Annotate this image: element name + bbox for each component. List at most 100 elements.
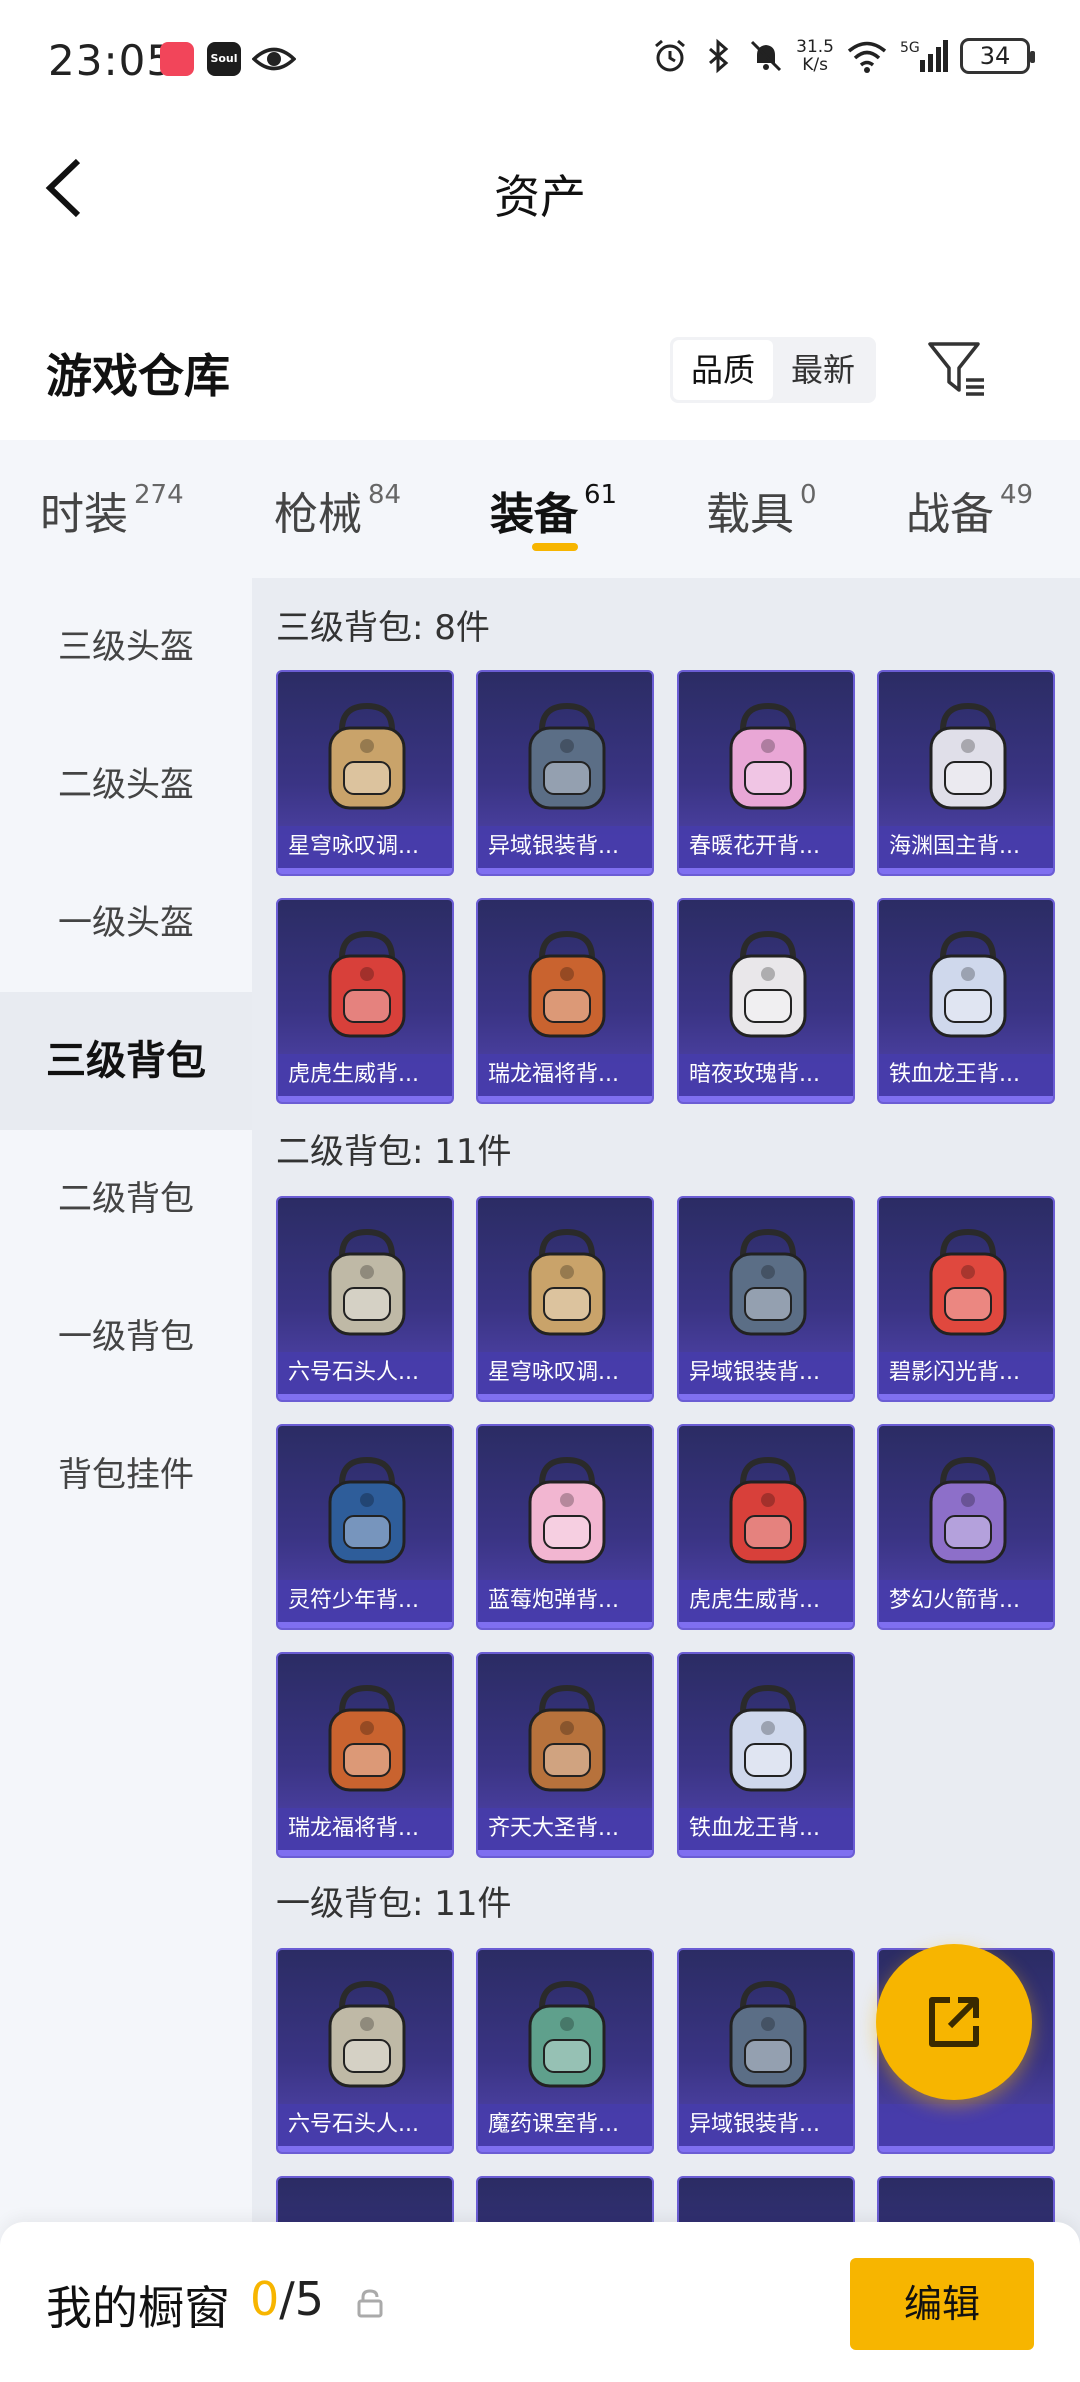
item-card[interactable]: 海渊国主背...	[877, 670, 1055, 876]
rarity-bar	[679, 1622, 853, 1628]
sidebar-item-helmet-lv3[interactable]: 三级头盔	[0, 578, 252, 716]
item-card[interactable]: 异域银装背...	[476, 670, 654, 876]
backpack-icon	[328, 1228, 406, 1336]
item-card[interactable]: 六号石头人...	[276, 1948, 454, 2154]
backpack-icon	[929, 1228, 1007, 1336]
item-name: 六号石头人...	[278, 2104, 452, 2146]
eye-icon	[252, 47, 296, 71]
item-card[interactable]: 梦幻火箭背...	[877, 1424, 1055, 1630]
backpack-icon	[929, 930, 1007, 1038]
item-card[interactable]: 蓝莓炮弹背...	[476, 1424, 654, 1630]
tab-guns[interactable]: 枪械 84	[274, 478, 401, 542]
sort-latest-option[interactable]: 最新	[773, 340, 873, 400]
item-name: 碧影闪光背...	[879, 1352, 1053, 1394]
item-card[interactable]: 虎虎生威背...	[276, 898, 454, 1104]
category-tabs: 时装 274 枪械 84 装备 61 载具 0 战备 49	[0, 440, 1080, 578]
item-card[interactable]: 铁血龙王背...	[877, 898, 1055, 1104]
sidebar-item-helmet-lv2[interactable]: 二级头盔	[0, 716, 252, 854]
item-card[interactable]: 魔药课室背...	[476, 1948, 654, 2154]
backpack-icon	[929, 1456, 1007, 1564]
item-name: 春暖花开背...	[679, 826, 853, 868]
rarity-bar	[478, 1622, 652, 1628]
item-card[interactable]: 灵符少年背...	[276, 1424, 454, 1630]
item-card[interactable]: 星穹咏叹调...	[276, 670, 454, 876]
tab-war-supplies[interactable]: 战备 49	[906, 478, 1033, 542]
filter-icon[interactable]	[926, 338, 988, 400]
tab-equipment[interactable]: 装备 61	[490, 478, 617, 542]
soul-app-icon: Soul	[207, 42, 241, 76]
rarity-bar	[478, 1096, 652, 1102]
item-card[interactable]: 瑞龙福将背...	[276, 1652, 454, 1858]
rarity-bar	[278, 1096, 452, 1102]
rarity-bar	[478, 1394, 652, 1400]
item-name: 铁血龙王背...	[679, 1808, 853, 1850]
edit-button[interactable]: 编辑	[850, 2258, 1034, 2350]
alarm-icon	[655, 39, 686, 72]
backpack-icon	[328, 1456, 406, 1564]
item-card[interactable]: 春暖花开背...	[677, 670, 855, 876]
rarity-bar	[879, 1622, 1053, 1628]
item-name	[879, 2104, 1053, 2146]
mute-icon	[751, 40, 782, 72]
sidebar-item-backpack-lv3[interactable]: 三级背包	[0, 992, 252, 1130]
warehouse-title: 游戏仓库	[46, 349, 230, 403]
rarity-bar	[478, 2146, 652, 2152]
shopping-app-icon	[160, 42, 194, 76]
sidebar-item-backpack-lv1[interactable]: 一级背包	[0, 1268, 252, 1406]
share-fab-button[interactable]	[876, 1944, 1032, 2100]
rarity-bar	[879, 1394, 1053, 1400]
tab-count: 0	[800, 480, 817, 510]
item-card[interactable]: 齐天大圣背...	[476, 1652, 654, 1858]
status-bar: 23:05 Soul 31.5 K/s 5G 34	[0, 0, 1080, 125]
battery-indicator: 34	[960, 38, 1035, 74]
sidebar-item-helmet-lv1[interactable]: 一级头盔	[0, 854, 252, 992]
section-title: 三级背包: 8件	[276, 608, 490, 648]
tab-label: 枪械	[274, 489, 362, 540]
sidebar-item-backpack-charm[interactable]: 背包挂件	[0, 1406, 252, 1544]
item-name: 异域银装背...	[478, 826, 652, 868]
backpack-icon	[528, 1456, 606, 1564]
tab-count: 274	[134, 480, 184, 510]
rarity-bar	[679, 1096, 853, 1102]
backpack-icon	[528, 702, 606, 810]
backpack-icon	[729, 702, 807, 810]
item-name: 蓝莓炮弹背...	[478, 1580, 652, 1622]
item-card[interactable]: 异域银装背...	[677, 1196, 855, 1402]
status-right: 31.5 K/s 5G 34	[652, 38, 1035, 74]
item-card[interactable]: 瑞龙福将背...	[476, 898, 654, 1104]
item-card[interactable]: 异域银装背...	[677, 1948, 855, 2154]
signal-5g-icon: 5G	[900, 40, 948, 72]
backpack-icon	[729, 930, 807, 1038]
backpack-icon	[328, 1980, 406, 2088]
item-name: 虎虎生威背...	[679, 1580, 853, 1622]
tab-count: 84	[368, 480, 402, 510]
item-card[interactable]: 铁血龙王背...	[677, 1652, 855, 1858]
item-name: 齐天大圣背...	[478, 1808, 652, 1850]
sidebar-item-backpack-lv2[interactable]: 二级背包	[0, 1130, 252, 1268]
page-title: 资产	[494, 170, 586, 224]
showcase-current: 0	[250, 2272, 280, 2326]
rarity-bar	[278, 868, 452, 874]
tab-vehicles[interactable]: 载具 0	[706, 478, 817, 542]
item-card[interactable]: 暗夜玫瑰背...	[677, 898, 855, 1104]
rarity-bar	[478, 868, 652, 874]
item-card[interactable]: 六号石头人...	[276, 1196, 454, 1402]
showcase-bar: 我的橱窗 0/5 编辑	[0, 2222, 1080, 2382]
item-card[interactable]: 碧影闪光背...	[877, 1196, 1055, 1402]
page: 23:05 Soul 31.5 K/s 5G 34 资产 游戏仓库 品质 最新 …	[0, 0, 1080, 2382]
rarity-bar	[278, 1622, 452, 1628]
rarity-bar	[679, 1850, 853, 1856]
rarity-bar	[278, 1850, 452, 1856]
tab-label: 载具	[706, 489, 794, 540]
item-name: 铁血龙王背...	[879, 1054, 1053, 1096]
showcase-title: 我的橱窗	[46, 2281, 230, 2335]
tab-label: 装备	[490, 489, 578, 540]
tab-fashion[interactable]: 时装 274	[40, 478, 184, 542]
item-card[interactable]: 星穹咏叹调...	[476, 1196, 654, 1402]
item-name: 瑞龙福将背...	[478, 1054, 652, 1096]
sort-quality-option[interactable]: 品质	[673, 340, 773, 400]
item-card[interactable]: 虎虎生威背...	[677, 1424, 855, 1630]
item-name: 魔药课室背...	[478, 2104, 652, 2146]
backpack-icon	[328, 1684, 406, 1792]
backpack-icon	[729, 1456, 807, 1564]
